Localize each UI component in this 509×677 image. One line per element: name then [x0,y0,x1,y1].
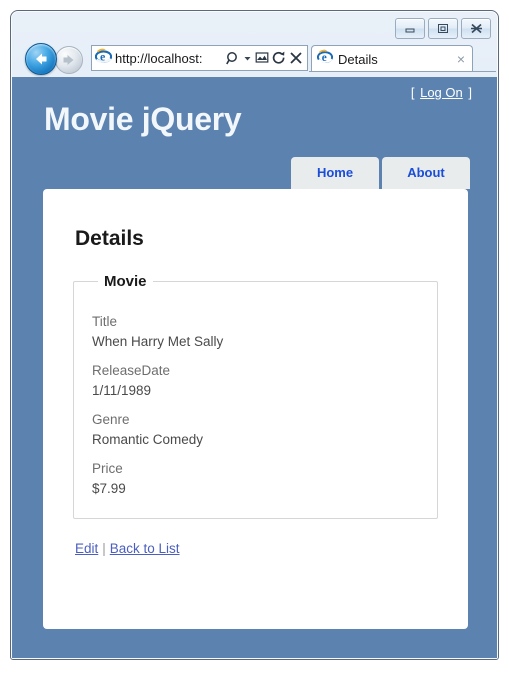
field-label-title: Title [92,314,118,329]
address-bar[interactable]: e http://localhost: [91,45,308,71]
field-label-genre: Genre [92,412,130,427]
field-value-price: $7.99 [92,481,126,496]
field-value-title: When Harry Met Sally [92,334,224,349]
window-controls [395,18,491,39]
site-title: Movie jQuery [44,101,242,137]
tab-favicon-icon: e [316,49,334,69]
browser-tab[interactable]: e Details × [311,45,473,72]
search-icon[interactable] [226,51,240,66]
field-value-releasedate: 1/11/1989 [92,383,152,398]
url-text[interactable]: http://localhost: [115,51,202,66]
dropdown-arrow-icon[interactable] [243,51,252,65]
stop-icon[interactable] [289,51,303,65]
restore-button[interactable] [428,18,458,39]
forward-button [55,46,83,74]
movie-fieldset: Movie Title When Harry Met Sally Release… [73,273,438,519]
compatibility-view-icon[interactable] [255,51,269,65]
browser-window: e http://localhost: e Details × [Log On… [10,10,499,660]
back-button[interactable] [25,43,57,75]
nav-item-home[interactable]: Home [291,157,379,189]
svg-text:e: e [322,52,327,64]
page-title: Details [75,227,144,250]
content-card: Details Movie Title When Harry Met Sally… [43,189,468,629]
browser-toolbar: e http://localhost: e Details × [11,41,498,77]
close-button[interactable] [461,18,491,39]
site-header: [ Log On ] Movie jQuery Home About [12,77,497,189]
logon-section: [ Log On ] [411,85,472,100]
address-bar-icons [226,51,303,66]
action-links: Edit | Back to List [75,541,438,556]
action-separator: | [102,541,106,556]
edit-link[interactable]: Edit [75,541,98,556]
fieldset-legend: Movie [104,273,147,290]
tab-close-icon[interactable]: × [455,52,467,66]
field-value-genre: Romantic Comedy [92,432,204,447]
logon-close-bracket: ] [468,85,472,100]
forward-arrow-icon [63,55,74,65]
field-label-releasedate: ReleaseDate [92,363,171,378]
back-arrow-icon [36,53,47,65]
nav-item-about[interactable]: About [382,157,470,189]
restore-icon [438,24,448,33]
close-icon [470,23,482,34]
page-viewport: [ Log On ] Movie jQuery Home About Detai… [12,77,497,658]
main-navigation: Home About [291,157,470,189]
tab-strip-divider [309,71,496,72]
ie-favicon-icon: e [94,48,113,69]
minimize-icon [405,28,415,32]
back-to-list-link[interactable]: Back to List [110,541,180,556]
logon-open-bracket: [ [410,85,415,100]
log-on-link[interactable]: Log On [420,85,463,100]
screenshot-root: e http://localhost: e Details × [Log On… [0,0,509,677]
field-label-price: Price [92,461,123,476]
refresh-icon[interactable] [272,51,286,66]
tab-title: Details [338,51,378,67]
svg-text:e: e [100,49,106,63]
minimize-button[interactable] [395,18,425,39]
